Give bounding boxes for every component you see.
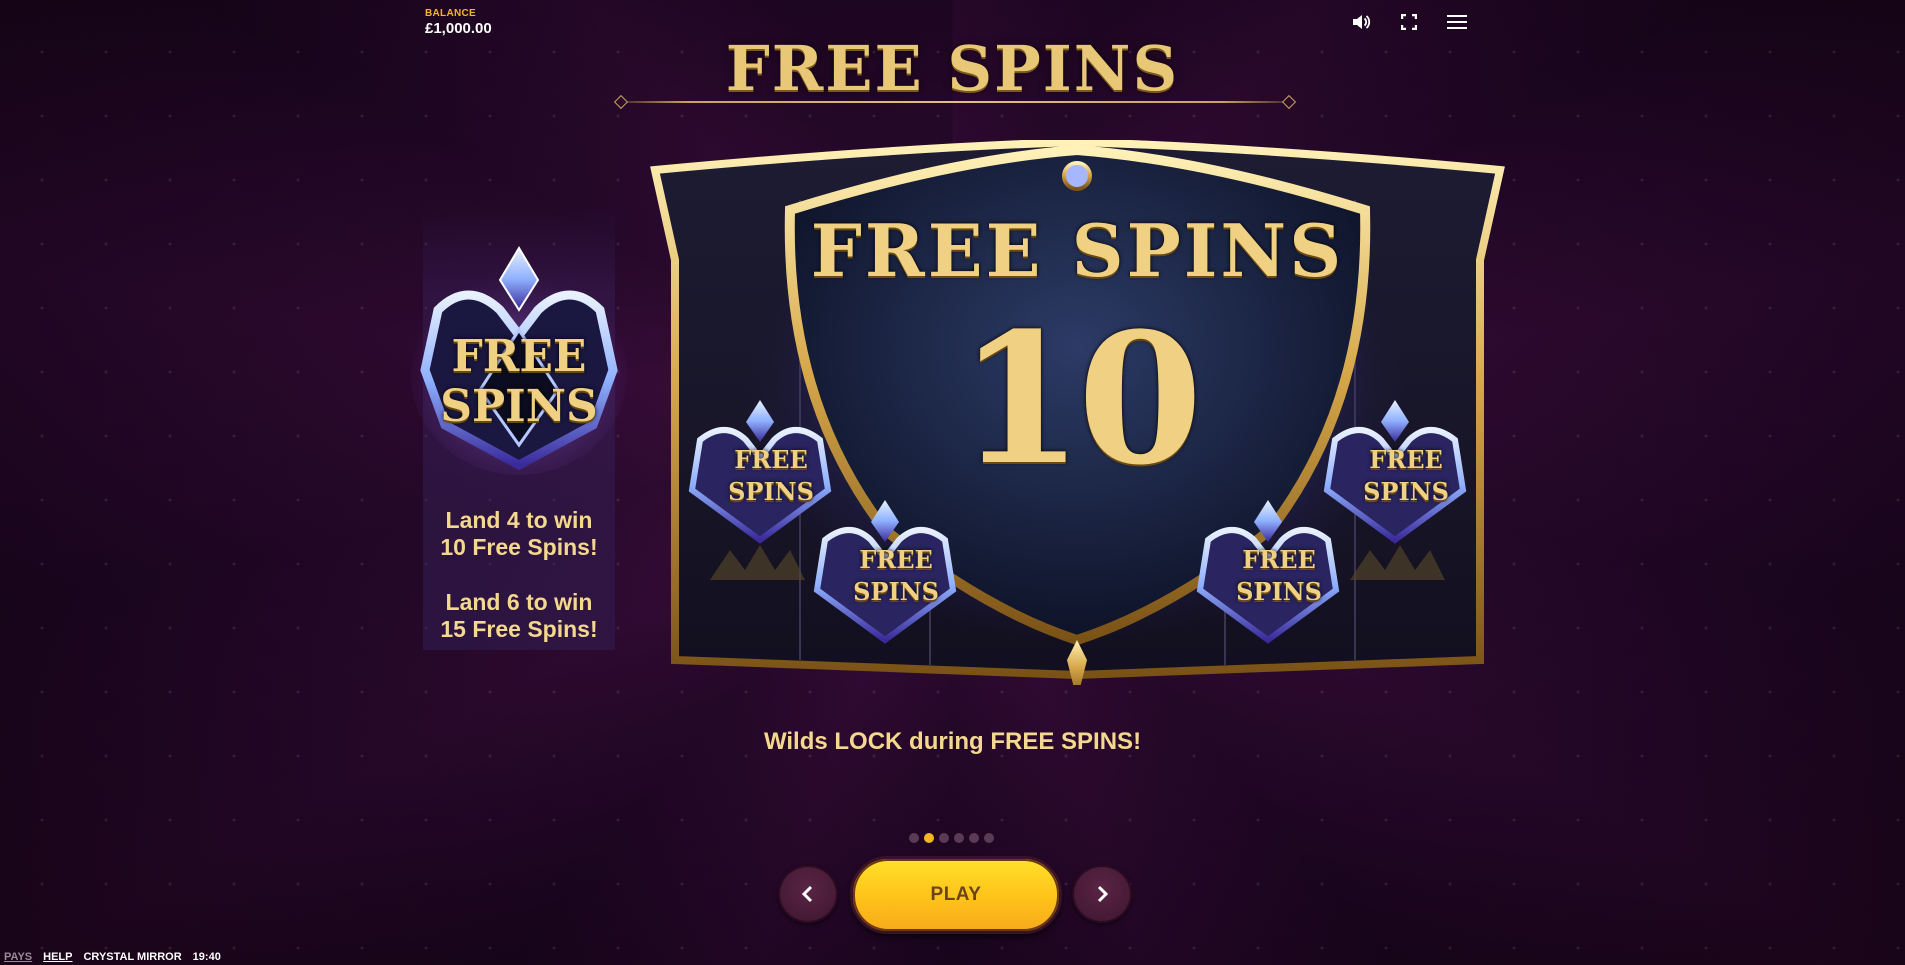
mini-symbol-1-line1: FREE — [734, 445, 808, 474]
speaker-icon[interactable] — [1348, 10, 1374, 34]
menu-icon[interactable] — [1444, 10, 1470, 34]
page-dot-2[interactable] — [924, 833, 934, 843]
help-link[interactable]: HELP — [43, 951, 72, 963]
title-divider — [620, 101, 1290, 103]
top-toolbar — [1348, 10, 1470, 34]
play-button[interactable]: PLAY — [850, 856, 1062, 934]
land4-line2: 10 Free Spins! — [440, 534, 598, 560]
land6-line1: Land 6 to win — [445, 589, 593, 615]
page-title: FREE SPINS — [725, 32, 1180, 105]
chevron-left-icon — [801, 885, 813, 903]
banner-title: FREE SPINS — [810, 208, 1345, 293]
mini-symbol-1-line2: SPINS — [728, 477, 814, 506]
mini-symbol-2-line1: FREE — [859, 545, 933, 574]
chevron-right-icon — [1097, 885, 1109, 903]
footer-bar: PAYS HELP CRYSTAL MIRROR 19:40 — [4, 951, 221, 963]
game-name: CRYSTAL MIRROR — [83, 951, 182, 963]
page-dot-3[interactable] — [939, 833, 949, 843]
mini-symbol-3-line2: SPINS — [1236, 577, 1322, 606]
symbol-text-free: FREE — [451, 331, 587, 382]
pagination-dots — [909, 833, 994, 843]
free-spins-illustration: FREE SPINS 10 FREE SPINS FREE SPINS FREE… — [650, 140, 1505, 685]
pays-link[interactable]: PAYS — [4, 951, 32, 963]
next-page-button[interactable] — [1072, 865, 1132, 923]
balance-label: BALANCE — [425, 8, 476, 19]
land6-text: Land 6 to win 15 Free Spins! — [423, 589, 615, 643]
mini-symbol-4-line2: SPINS — [1363, 477, 1449, 506]
wilds-caption: Wilds LOCK during FREE SPINS! — [763, 728, 1142, 755]
mini-symbol-2-line2: SPINS — [853, 577, 939, 606]
page-dot-4[interactable] — [954, 833, 964, 843]
land4-line1: Land 4 to win — [445, 507, 593, 533]
page-dot-5[interactable] — [969, 833, 979, 843]
land6-line2: 15 Free Spins! — [440, 616, 598, 642]
page-dot-1[interactable] — [909, 833, 919, 843]
mini-symbol-4-line1: FREE — [1369, 445, 1443, 474]
symbol-text-spins: SPINS — [440, 381, 598, 432]
page-dot-6[interactable] — [984, 833, 994, 843]
free-spins-symbol: FREE SPINS — [408, 240, 630, 480]
mini-symbol-3-line1: FREE — [1242, 545, 1316, 574]
fullscreen-icon[interactable] — [1396, 10, 1422, 34]
clock: 19:40 — [192, 951, 221, 963]
previous-page-button[interactable] — [778, 865, 838, 923]
land4-text: Land 4 to win 10 Free Spins! — [423, 507, 615, 561]
